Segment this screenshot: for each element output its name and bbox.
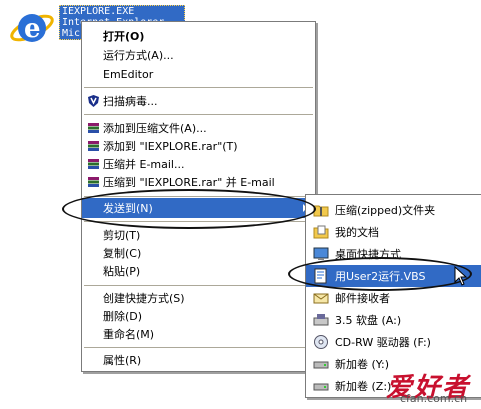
- menu-item-create-shortcut[interactable]: 创建快捷方式(S): [82, 288, 315, 308]
- winrar-icon: [88, 177, 99, 187]
- menu-item-add-to-rar[interactable]: 添加到 "IEXPLORE.rar"(T): [82, 136, 315, 156]
- menu-item-label: 复制(C): [103, 247, 142, 260]
- icon-label-line: IEXPLORE.EXE: [62, 6, 135, 17]
- submenu-item-label: 压缩(zipped)文件夹: [335, 204, 436, 217]
- submenu-item-mail-recipient[interactable]: 邮件接收者: [306, 287, 481, 309]
- disk-drive-icon: [313, 383, 329, 391]
- menu-separator: [84, 221, 313, 222]
- submenu-item-label: 我的文档: [335, 226, 379, 239]
- menu-item-emeditor[interactable]: EmEditor: [82, 64, 315, 84]
- zip-folder-icon: [313, 205, 329, 217]
- menu-separator: [84, 114, 313, 115]
- submenu-item-zip-folder[interactable]: 压缩(zipped)文件夹: [306, 199, 481, 221]
- menu-item-rename[interactable]: 重命名(M): [82, 324, 315, 344]
- submenu-item-cd-drive[interactable]: CD-RW 驱动器 (F:): [306, 331, 481, 353]
- menu-item-paste[interactable]: 粘贴(P): [82, 261, 315, 281]
- menu-item-label: 粘贴(P): [103, 265, 141, 278]
- menu-item-label: 剪切(T): [103, 229, 141, 242]
- floppy-drive-icon: [313, 314, 329, 326]
- winrar-icon: [88, 159, 99, 169]
- menu-item-send-to[interactable]: 发送到(N): [82, 198, 315, 218]
- menu-item-label: 删除(D): [103, 310, 143, 323]
- antivirus-shield-icon: [88, 95, 99, 107]
- menu-separator: [84, 347, 313, 348]
- submenu-item-label: 3.5 软盘 (A:): [335, 314, 402, 327]
- menu-item-open[interactable]: 打开(O): [82, 26, 315, 46]
- menu-item-delete[interactable]: 删除(D): [82, 306, 315, 326]
- menu-item-label: 运行方式(A)...: [103, 49, 174, 62]
- winrar-icon: [88, 141, 99, 151]
- desktop-icon: [313, 247, 329, 260]
- menu-item-label: 创建快捷方式(S): [103, 292, 185, 305]
- cd-drive-icon: [314, 335, 328, 349]
- submenu-item-desktop-shortcut[interactable]: 桌面快捷方式: [306, 243, 481, 265]
- menu-item-label: 发送到(N): [103, 202, 153, 215]
- mouse-cursor-icon: [454, 266, 468, 286]
- menu-item-label: 重命名(M): [103, 328, 155, 341]
- submenu-item-label: 邮件接收者: [335, 292, 390, 305]
- submenu-item-label: 用User2运行.VBS: [335, 270, 426, 283]
- winrar-icon: [88, 123, 99, 133]
- submenu-item-my-documents[interactable]: 我的文档: [306, 221, 481, 243]
- menu-item-add-to-archive[interactable]: 添加到压缩文件(A)...: [82, 118, 315, 138]
- submenu-item-floppy[interactable]: 3.5 软盘 (A:): [306, 309, 481, 331]
- my-documents-icon: [313, 225, 329, 239]
- menu-item-label: 压缩并 E-mail...: [103, 158, 185, 171]
- menu-item-label: 属性(R): [103, 354, 142, 367]
- menu-item-label: EmEditor: [103, 67, 154, 81]
- menu-item-label: 打开(O): [103, 30, 145, 43]
- context-menu: 打开(O) 运行方式(A)... EmEditor 扫描病毒... 添加到压缩文…: [81, 21, 316, 372]
- watermark-url: cfan.com.cn: [400, 392, 468, 405]
- svg-text:e: e: [24, 14, 41, 44]
- submenu-item-label: 桌面快捷方式: [335, 248, 401, 261]
- mail-recipient-icon: [313, 293, 329, 304]
- menu-item-scan-virus[interactable]: 扫描病毒...: [82, 91, 315, 111]
- menu-separator: [84, 285, 313, 286]
- menu-item-compress-rar-email[interactable]: 压缩到 "IEXPLORE.rar" 并 E-mail: [82, 172, 315, 192]
- menu-item-compress-email[interactable]: 压缩并 E-mail...: [82, 154, 315, 174]
- menu-item-copy[interactable]: 复制(C): [82, 243, 315, 263]
- menu-item-label: 添加到 "IEXPLORE.rar"(T): [103, 140, 238, 153]
- menu-separator: [84, 87, 313, 88]
- menu-item-run-as[interactable]: 运行方式(A)...: [82, 45, 315, 65]
- menu-item-properties[interactable]: 属性(R): [82, 350, 315, 370]
- internet-explorer-icon[interactable]: e: [6, 4, 58, 50]
- menu-separator: [84, 196, 313, 197]
- submenu-item-label: CD-RW 驱动器 (F:): [335, 336, 431, 349]
- vbs-script-icon: [314, 268, 327, 284]
- menu-item-cut[interactable]: 剪切(T): [82, 225, 315, 245]
- submenu-item-label: 新加卷 (Y:): [335, 358, 390, 371]
- menu-item-label: 压缩到 "IEXPLORE.rar" 并 E-mail: [103, 176, 275, 189]
- disk-drive-icon: [313, 361, 329, 369]
- menu-item-label: 添加到压缩文件(A)...: [103, 122, 207, 135]
- submenu-item-label: 新加卷 (Z:): [335, 380, 392, 393]
- menu-item-label: 扫描病毒...: [103, 95, 158, 108]
